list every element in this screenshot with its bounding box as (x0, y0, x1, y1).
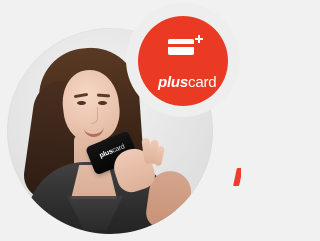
brand-prefix: plus (158, 74, 189, 91)
left-eye (77, 101, 86, 105)
pluscard-badge-inner (138, 16, 228, 106)
brand-suffix: card (188, 74, 217, 91)
pluscard-wordmark: pluscard (158, 74, 217, 91)
card-plus-icon (167, 35, 203, 59)
edge-accent (233, 168, 241, 186)
right-eye (98, 101, 107, 105)
pluscard-badge (126, 3, 240, 117)
promo-page: pluscard pluscard (0, 0, 241, 241)
